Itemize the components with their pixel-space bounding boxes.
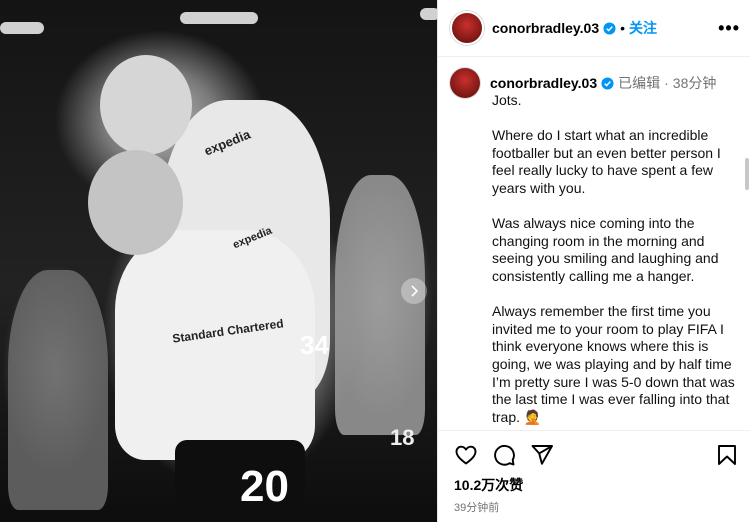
caption-paragraph: Jots. [492,92,522,108]
stadium-light [0,22,44,34]
share-icon[interactable] [530,443,554,467]
caption-text: Jots. Where do I start what an incredibl… [438,92,750,426]
jersey-number: 18 [390,425,415,450]
background-player [335,175,425,435]
scrollbar-thumb[interactable] [745,158,749,190]
verified-badge-icon [603,21,616,35]
separator-dot: · [664,75,669,91]
player-head [100,55,192,155]
comment-icon[interactable] [492,443,516,467]
caption-timestamp[interactable]: 38分钟 [673,73,717,93]
action-icons [438,431,750,467]
carousel-next-button[interactable] [401,278,427,304]
heart-icon[interactable] [454,443,478,467]
chevron-right-icon [411,285,419,297]
like-count[interactable]: 10.2万次赞 [438,467,750,495]
post-header: conorbradley.03 • 关注 ••• [438,0,750,57]
post-side-panel: conorbradley.03 • 关注 ••• conorbradley.03… [437,0,750,522]
jersey-number: 34 [300,330,329,360]
post-timestamp[interactable]: 39分钟前 [438,495,750,515]
caption-paragraph: Was always nice coming into the changing… [492,215,719,284]
caption-paragraph: Always remember the first time you invit… [492,303,735,425]
comments-section[interactable]: conorbradley.03 已编辑 · 38分钟 Jots. Where d… [438,58,750,430]
edited-label: 已编辑 [618,75,661,91]
stadium-light [420,8,437,20]
jersey-number: 20 [240,462,289,511]
player-jersey-front [115,230,315,460]
follow-button[interactable]: 关注 [629,18,657,38]
caption-paragraph: Where do I start what an incredible foot… [492,127,721,196]
author-username[interactable]: conorbradley.03 [492,20,599,36]
verified-badge-icon [601,76,614,90]
more-options-button[interactable]: ••• [718,18,740,39]
player-head [88,150,183,255]
post-image[interactable]: expedia expedia Standard Chartered 34 18… [0,0,437,522]
background-player [8,270,108,510]
caption-author[interactable]: conorbradley.03 [490,75,597,91]
bookmark-icon[interactable] [715,443,739,467]
avatar[interactable] [450,68,480,98]
stadium-light [180,12,258,24]
separator-dot: • [620,20,626,36]
post-actions: 10.2万次赞 39分钟前 [438,430,750,522]
avatar[interactable] [450,11,484,45]
